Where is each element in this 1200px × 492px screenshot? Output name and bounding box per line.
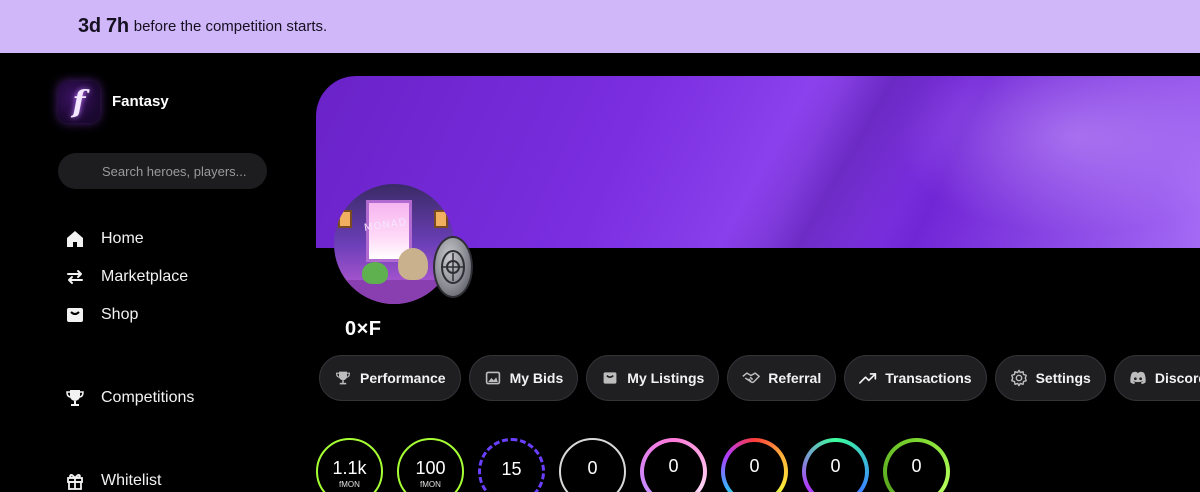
fantasy-logo[interactable]: f [58, 81, 100, 123]
trophy-icon [334, 369, 352, 387]
stat-value: 1.1k [332, 458, 367, 478]
sidebar-item-label: Marketplace [101, 268, 189, 285]
sidebar-item-label: Competitions [101, 389, 195, 406]
stat-circles: 1.1k fMON 100 fMON 15 0 0 0 0 0 [316, 438, 950, 492]
trophy-icon [64, 387, 86, 409]
discord-icon [1129, 369, 1147, 387]
cover-shade [696, 76, 996, 248]
tab-referral[interactable]: Referral [727, 355, 837, 401]
stat-circle-reward[interactable]: 100 fMON [397, 438, 464, 492]
tab-discord[interactable]: Discord [1113, 355, 1200, 401]
sidebar-item-home[interactable]: Home [64, 227, 144, 251]
stat-circle-rainbow[interactable]: 0 [721, 438, 788, 492]
tab-my-listings[interactable]: My Listings [586, 355, 720, 401]
stat-value: 0 [587, 458, 598, 478]
tab-transactions[interactable]: Transactions [844, 355, 987, 401]
stat-circle-green[interactable]: 0 [883, 438, 950, 492]
stat-unit: fMON [339, 480, 360, 489]
stat-unit: fMON [420, 480, 441, 489]
tab-label: My Bids [509, 370, 564, 386]
tab-settings[interactable]: Settings [994, 355, 1106, 401]
search-bar[interactable] [58, 153, 267, 189]
handshake-icon [742, 369, 761, 387]
rank-badge-icon [433, 236, 473, 298]
profile-username: 0×F [345, 318, 382, 340]
stat-circle-balance[interactable]: 1.1k fMON [316, 438, 383, 492]
stat-circle-count[interactable]: 15 [478, 438, 545, 492]
countdown-banner: 3d 7h before the competition starts. [0, 0, 1200, 53]
tab-label: Transactions [885, 370, 972, 386]
sidebar-item-label: Whitelist [101, 472, 162, 489]
shop-bag-icon [601, 369, 619, 387]
profile-tabs: Performance My Bids My Listings Referral… [319, 355, 1200, 401]
countdown-time: 3d 7h [78, 15, 129, 37]
countdown-message: before the competition starts. [133, 18, 328, 35]
tab-label: My Listings [627, 370, 705, 386]
image-icon [484, 369, 502, 387]
sidebar-item-whitelist[interactable]: Whitelist [64, 469, 161, 492]
gear-icon [1010, 369, 1028, 387]
sidebar-item-marketplace[interactable]: Marketplace [64, 265, 188, 289]
sidebar-item-label: Home [101, 230, 144, 247]
wall-picture-right [434, 210, 448, 228]
profile-avatar[interactable]: MONAD [334, 184, 454, 304]
tab-label: Performance [360, 370, 446, 386]
brand-name[interactable]: Fantasy [112, 93, 169, 110]
stat-circle-pink[interactable]: 0 [640, 438, 707, 492]
sidebar-item-shop[interactable]: Shop [64, 303, 138, 327]
shop-bag-icon [64, 304, 86, 326]
stat-value: 15 [501, 459, 522, 479]
tab-label: Settings [1035, 370, 1091, 386]
tab-my-bids[interactable]: My Bids [468, 355, 579, 401]
stat-value: 0 [830, 456, 841, 476]
tab-label: Discord [1154, 370, 1200, 386]
avatar-bear [398, 248, 428, 280]
sidebar-item-label: Shop [101, 306, 139, 323]
home-icon [64, 228, 86, 250]
sidebar: f Fantasy Home Marketplace Shop Competit… [0, 53, 300, 492]
trending-up-icon [859, 369, 877, 387]
stat-circle-common[interactable]: 0 [559, 438, 626, 492]
sidebar-item-competitions[interactable]: Competitions [64, 386, 194, 410]
wall-picture-left [338, 210, 352, 228]
stat-value: 0 [911, 456, 922, 476]
avatar-frog [362, 262, 388, 284]
search-input[interactable] [78, 163, 258, 179]
stat-circle-green-blue[interactable]: 0 [802, 438, 869, 492]
stat-value: 100 [415, 458, 446, 478]
logo-letter: f [72, 84, 86, 120]
swap-arrows-icon [64, 266, 86, 288]
tab-label: Referral [768, 370, 822, 386]
gift-icon [64, 470, 86, 492]
stat-value: 0 [668, 456, 679, 476]
stat-value: 0 [749, 456, 760, 476]
tab-performance[interactable]: Performance [319, 355, 461, 401]
